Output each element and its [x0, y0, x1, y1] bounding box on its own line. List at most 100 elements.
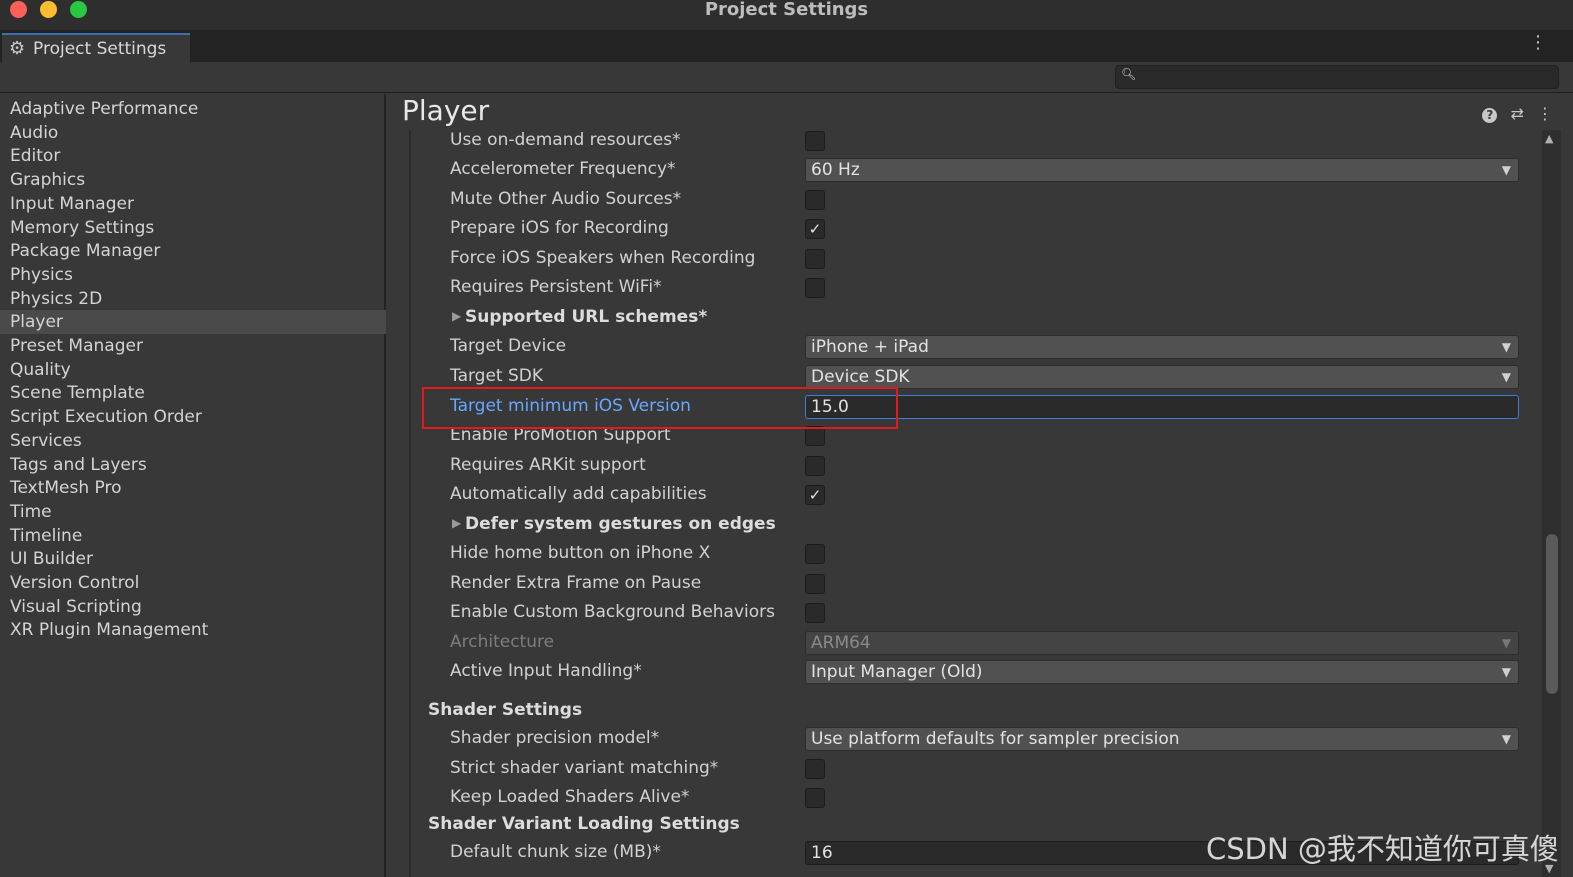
vertical-scrollbar[interactable]: ▲ ▼: [1542, 130, 1561, 877]
sidebar-item-scene-template[interactable]: Scene Template: [0, 381, 386, 405]
toolbar: [0, 62, 1573, 93]
dropdown-value: iPhone + iPad: [811, 337, 929, 357]
sidebar-item-visual-scripting[interactable]: Visual Scripting: [0, 595, 386, 619]
search-input[interactable]: [1115, 65, 1559, 89]
setting-row-target-device: Target Device iPhone + iPad ▼: [388, 334, 1528, 362]
setting-label: Active Input Handling*: [450, 661, 642, 681]
setting-row-accelerometer-frequency: Accelerometer Frequency* 60 Hz ▼: [388, 157, 1528, 185]
more-options-icon[interactable]: ⋮: [1529, 34, 1547, 52]
setting-label: Target Device: [450, 336, 567, 356]
sidebar-item-input-manager[interactable]: Input Manager: [0, 192, 386, 216]
sidebar-item-xr-plugin-management[interactable]: XR Plugin Management: [0, 618, 386, 642]
scroll-up-icon[interactable]: ▲: [1545, 132, 1553, 145]
sidebar-item-adaptive-performance[interactable]: Adaptive Performance: [0, 97, 386, 121]
automatically-add-capabilities-checkbox[interactable]: ✓: [805, 485, 825, 505]
force-ios-speakers-when-recording-checkbox[interactable]: [805, 249, 825, 269]
setting-label: Target SDK: [450, 366, 544, 386]
setting-label: Mute Other Audio Sources*: [450, 189, 682, 209]
chevron-down-icon: ▼: [1501, 163, 1511, 177]
setting-row-use-on-demand-resources: Use on-demand resources*: [388, 128, 1528, 156]
sidebar-item-quality[interactable]: Quality: [0, 358, 386, 382]
requires-persistent-wifi-checkbox[interactable]: [805, 278, 825, 298]
setting-label: Shader Settings: [428, 700, 583, 720]
setting-row-requires-arkit-support: Requires ARKit support: [388, 453, 1528, 481]
setting-label: Strict shader variant matching*: [450, 758, 719, 778]
target-sdk-dropdown[interactable]: Device SDK ▼: [805, 365, 1519, 389]
sidebar-item-tags-and-layers[interactable]: Tags and Layers: [0, 453, 386, 477]
sidebar-item-ui-builder[interactable]: UI Builder: [0, 547, 386, 571]
chevron-down-icon: ▼: [1501, 370, 1511, 384]
sidebar-item-script-execution-order[interactable]: Script Execution Order: [0, 405, 386, 429]
window-title: Project Settings: [704, 0, 869, 20]
title-icons: ? ⇄ ⋮: [1474, 104, 1553, 123]
setting-label[interactable]: Supported URL schemes*: [465, 307, 707, 327]
sidebar-item-textmesh-pro[interactable]: TextMesh Pro: [0, 476, 386, 500]
scroll-thumb[interactable]: [1546, 534, 1558, 694]
setting-label: Use on-demand resources*: [450, 130, 681, 150]
watermark: CSDN @我不知道你可真傻: [1206, 832, 1559, 866]
tab-label: Project Settings: [33, 39, 167, 59]
foldout-arrow-icon[interactable]: ▶: [452, 309, 461, 323]
sidebar-item-physics[interactable]: Physics: [0, 263, 386, 287]
enable-promotion-support-checkbox[interactable]: [805, 426, 825, 446]
sidebar-item-memory-settings[interactable]: Memory Settings: [0, 216, 386, 240]
tab-project-settings[interactable]: ⚙ Project Settings: [2, 33, 190, 62]
sidebar-item-physics-2d[interactable]: Physics 2D: [0, 287, 386, 311]
dropdown-value: 60 Hz: [811, 160, 860, 180]
sidebar-item-time[interactable]: Time: [0, 500, 386, 524]
sidebar-item-editor[interactable]: Editor: [0, 144, 386, 168]
keep-loaded-shaders-alive-checkbox[interactable]: [805, 788, 825, 808]
setting-row-requires-persistent-wifi: Requires Persistent WiFi*: [388, 275, 1528, 303]
active-input-handling-dropdown[interactable]: Input Manager (Old) ▼: [805, 660, 1519, 684]
help-icon[interactable]: ?: [1482, 108, 1498, 123]
prepare-ios-for-recording-checkbox[interactable]: ✓: [805, 219, 825, 239]
sidebar-item-services[interactable]: Services: [0, 429, 386, 453]
setting-label: Render Extra Frame on Pause: [450, 573, 702, 593]
shader-precision-model-dropdown[interactable]: Use platform defaults for sampler precis…: [805, 727, 1519, 751]
chevron-down-icon: ▼: [1501, 340, 1511, 354]
setting-row-mute-other-audio-sources: Mute Other Audio Sources*: [388, 187, 1528, 215]
setting-row-automatically-add-capabilities: Automatically add capabilities ✓: [388, 482, 1528, 510]
use-on-demand-resources-checkbox[interactable]: [805, 131, 825, 151]
sidebar-item-preset-manager[interactable]: Preset Manager: [0, 334, 386, 358]
sidebar-item-player[interactable]: Player: [0, 310, 386, 335]
target-device-dropdown[interactable]: iPhone + iPad ▼: [805, 335, 1519, 359]
setting-row-keep-loaded-shaders-alive: Keep Loaded Shaders Alive*: [388, 785, 1528, 813]
target-minimum-ios-version-field[interactable]: 15.0: [805, 395, 1519, 419]
sidebar-item-graphics[interactable]: Graphics: [0, 168, 386, 192]
sidebar-item-timeline[interactable]: Timeline: [0, 524, 386, 548]
setting-label: Automatically add capabilities: [450, 484, 707, 504]
setting-label: Hide home button on iPhone X: [450, 543, 711, 563]
strict-shader-variant-matching-checkbox[interactable]: [805, 759, 825, 779]
enable-custom-background-behaviors-checkbox[interactable]: [805, 603, 825, 623]
setting-label: Requires ARKit support: [450, 455, 646, 475]
setting-row-architecture: Architecture ARM64 ▼: [388, 630, 1528, 658]
hide-home-button-on-iphone-x-checkbox[interactable]: [805, 544, 825, 564]
requires-arkit-support-checkbox[interactable]: [805, 456, 825, 476]
inspector-panel: Player ? ⇄ ⋮ Use on-demand resources* Acc…: [388, 94, 1573, 877]
setting-row-hide-home-button-on-iphone-x: Hide home button on iPhone X: [388, 541, 1528, 569]
sidebar-item-audio[interactable]: Audio: [0, 121, 386, 145]
sidebar-item-package-manager[interactable]: Package Manager: [0, 239, 386, 263]
more-options-icon[interactable]: ⋮: [1537, 104, 1553, 123]
chevron-down-icon: ▼: [1501, 636, 1511, 650]
dropdown-value: Input Manager (Old): [811, 662, 983, 682]
checkmark-icon: ✓: [808, 220, 822, 238]
architecture-dropdown: ARM64 ▼: [805, 631, 1519, 655]
setting-row-enable-custom-background-behaviors: Enable Custom Background Behaviors: [388, 600, 1528, 628]
settings-sliders-icon[interactable]: ⇄: [1511, 104, 1524, 123]
setting-label: Shader Variant Loading Settings: [428, 814, 740, 834]
setting-label: Default chunk size (MB)*: [450, 842, 661, 862]
setting-label: Enable Custom Background Behaviors: [450, 602, 776, 622]
annotation-highlight-box: [422, 387, 898, 429]
dropdown-value: ARM64: [811, 633, 871, 653]
accelerometer-frequency-dropdown[interactable]: 60 Hz ▼: [805, 158, 1519, 182]
foldout-arrow-icon[interactable]: ▶: [452, 516, 461, 530]
render-extra-frame-on-pause-checkbox[interactable]: [805, 574, 825, 594]
mute-other-audio-sources-checkbox[interactable]: [805, 190, 825, 210]
tab-strip: ⚙ Project Settings: [0, 30, 1573, 62]
sidebar-item-version-control[interactable]: Version Control: [0, 571, 386, 595]
chevron-down-icon: ▼: [1501, 665, 1511, 679]
setting-label[interactable]: Defer system gestures on edges: [465, 514, 776, 534]
setting-label: Shader precision model*: [450, 728, 660, 748]
